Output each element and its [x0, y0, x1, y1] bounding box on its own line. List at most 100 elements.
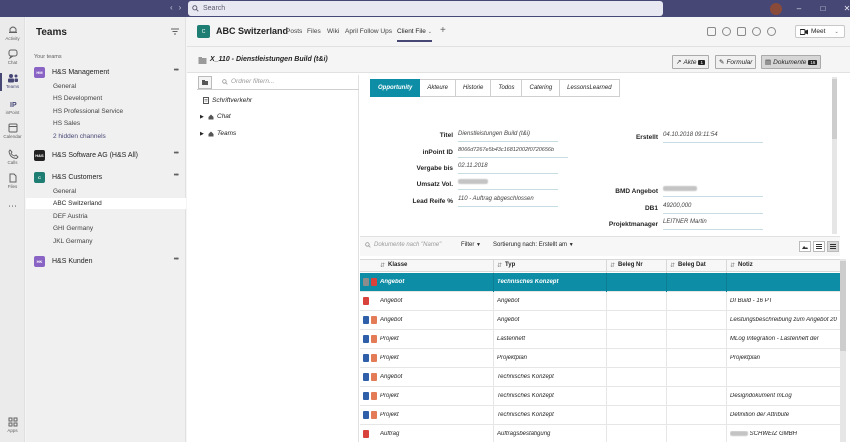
hidden-channels-link[interactable]: 2 hidden channels	[53, 131, 186, 142]
team-hs-management[interactable]: HM H&S Management •••	[34, 66, 184, 78]
documents-scrollbar[interactable]	[840, 259, 846, 442]
channel-item[interactable]: GHI Germany	[53, 223, 186, 234]
list-view-button[interactable]	[813, 241, 825, 252]
team-hs-customers[interactable]: C H&S Customers •••	[34, 171, 184, 183]
rail-files[interactable]: Files	[0, 173, 25, 189]
channel-item[interactable]: JKL Germany	[53, 236, 186, 247]
column-beleg-nr[interactable]: ⇵ Beleg Nr	[610, 262, 643, 269]
thumbnail-view-button[interactable]	[799, 241, 811, 252]
tree-item-chat[interactable]: ▶ Chat	[200, 113, 231, 120]
table-row[interactable]: Projekt Lastenheft MLog Integration - La…	[360, 330, 840, 349]
formular-button[interactable]: ✎ Formular	[715, 55, 757, 69]
more-options-icon[interactable]: •••	[174, 172, 179, 179]
tab-april-follow-ups[interactable]: April Follow Ups	[345, 28, 392, 35]
channel-item[interactable]: General	[53, 81, 186, 92]
column-divider[interactable]	[493, 260, 494, 273]
field-value-erstellt[interactable]: 04.10.2018 09:11:54	[663, 132, 763, 143]
field-value-projektmanager[interactable]: LEITNER Martin	[663, 219, 763, 230]
sort-dropdown[interactable]: Sortierung nach: Erstellt am ▼	[493, 242, 574, 248]
add-tab-icon[interactable]: +	[440, 25, 446, 36]
dokumente-button[interactable]: ▤ Dokumente 16	[761, 55, 822, 69]
chevron-down-icon[interactable]: ⌄	[834, 29, 838, 35]
tree-item-schriftverkehr[interactable]: Schriftverkehr	[203, 97, 252, 104]
close-icon[interactable]: ✕	[840, 4, 850, 13]
column-divider[interactable]	[606, 260, 607, 273]
table-row[interactable]: Projekt Technisches Konzept Definition d…	[360, 406, 840, 425]
column-notiz[interactable]: ⇵ Notiz	[730, 262, 753, 269]
team-hs-software[interactable]: H&S H&S Software AG (H&S All) •••	[34, 149, 184, 161]
metadata-scrollbar[interactable]	[832, 77, 837, 234]
tab-todos[interactable]: Todos	[491, 79, 523, 97]
tab-lessonslearned[interactable]: LessonsLearned	[560, 79, 620, 97]
globe-icon[interactable]	[767, 27, 776, 36]
scrollbar-thumb[interactable]	[840, 261, 846, 351]
column-divider[interactable]	[666, 260, 667, 273]
more-options-icon[interactable]: •••	[174, 256, 179, 263]
expand-arrow-icon[interactable]: ▶	[200, 131, 205, 137]
table-row[interactable]: Angebot Technisches Konzept	[360, 273, 840, 292]
column-typ[interactable]: ⇵ Typ	[497, 262, 515, 269]
rail-inpoint[interactable]: IP inPoint	[0, 99, 25, 115]
table-row[interactable]: Projekt Technisches Konzept Designdokume…	[360, 387, 840, 406]
column-beleg-dat[interactable]: ⇵ Beleg Dat	[670, 262, 706, 269]
table-row[interactable]: Projekt Projektplan Projektplan	[360, 349, 840, 368]
back-icon[interactable]: ‹	[170, 3, 173, 12]
rail-activity[interactable]: Activity	[0, 25, 25, 41]
table-row[interactable]: Auftrag Auftragsbestätigung SCHWEIZ GMBH	[360, 425, 840, 442]
table-row[interactable]: Angebot Angebot DI Build - 16 PT	[360, 292, 840, 311]
field-value-inpoint-id[interactable]: 8066d7267e5b43c16812002f0720656b	[458, 147, 568, 158]
tab-catering[interactable]: Catering	[522, 79, 561, 97]
popout-icon[interactable]	[737, 27, 746, 36]
scrollbar-thumb[interactable]	[832, 79, 837, 139]
details-view-button[interactable]	[827, 241, 839, 252]
filter-icon[interactable]	[171, 28, 179, 35]
field-value-lead-reife[interactable]: 110 - Auftrag abgeschlossen	[458, 196, 558, 207]
channel-item[interactable]: HS Professional Service	[53, 106, 186, 117]
tab-client-file[interactable]: Client File ⌄	[397, 28, 432, 42]
minimize-icon[interactable]: –	[792, 4, 806, 13]
forward-icon[interactable]: ›	[179, 3, 182, 12]
field-value-umsatz-vol[interactable]	[458, 179, 558, 190]
channel-item[interactable]: DEF Austria	[53, 211, 186, 222]
akte-button[interactable]: ↗ Akte 1	[672, 55, 709, 69]
refresh-icon[interactable]	[752, 27, 761, 36]
tree-action-button[interactable]	[198, 76, 212, 89]
column-divider[interactable]	[726, 260, 727, 273]
tree-item-teams[interactable]: ▶ Teams	[200, 130, 236, 137]
tab-historie[interactable]: Historie	[456, 79, 492, 97]
rail-more[interactable]: ⋯	[0, 201, 25, 212]
channel-item[interactable]: General	[53, 186, 186, 197]
table-row[interactable]: Angebot Technisches Konzept	[360, 368, 840, 387]
more-options-icon[interactable]: •••	[174, 67, 179, 74]
rail-apps[interactable]: Apps	[0, 417, 25, 433]
conversation-icon[interactable]	[722, 27, 731, 36]
field-value-bmd-angebot[interactable]	[663, 186, 763, 197]
field-value-db1[interactable]: 49200,000	[663, 203, 763, 214]
tab-files[interactable]: Files	[307, 28, 321, 35]
channel-item[interactable]: HS Sales	[53, 118, 186, 129]
tab-akteure[interactable]: Akteure	[420, 79, 457, 97]
tab-opportunity[interactable]: Opportunity	[370, 79, 421, 97]
rail-chat[interactable]: Chat	[0, 49, 25, 65]
channel-item[interactable]: HS Development	[53, 93, 186, 104]
table-row[interactable]: Angebot Angebot Leistungsbeschreibung zu…	[360, 311, 840, 330]
user-avatar[interactable]	[770, 2, 782, 15]
folder-filter-input[interactable]: Ordner filtern...	[231, 78, 274, 85]
documents-search-input[interactable]: Dokumente nach "Name"	[365, 242, 441, 248]
field-value-vergabe-bis[interactable]: 02.11.2018	[458, 163, 558, 174]
expand-arrow-icon[interactable]: ▶	[200, 114, 205, 120]
more-options-icon[interactable]: •••	[174, 150, 179, 157]
rail-calls[interactable]: Calls	[0, 149, 25, 165]
rail-teams[interactable]: Teams	[0, 73, 25, 91]
rail-calendar[interactable]: Calendar	[0, 123, 25, 139]
meet-button[interactable]: Meet ⌄	[795, 25, 845, 38]
team-hs-kunden[interactable]: HK H&S Kunden •••	[34, 255, 184, 267]
filter-dropdown[interactable]: Filter ▼	[461, 242, 481, 248]
search-input[interactable]: Search	[188, 1, 663, 16]
column-klasse[interactable]: ⇵ Klasse	[380, 262, 407, 269]
tab-posts[interactable]: Posts	[286, 28, 302, 35]
field-value-titel[interactable]: Dienstleistungen Build (t&i)	[458, 131, 558, 142]
expand-icon[interactable]	[707, 27, 716, 36]
maximize-icon[interactable]: □	[816, 4, 830, 13]
channel-item-selected[interactable]: ABC Switzerland	[26, 198, 186, 209]
